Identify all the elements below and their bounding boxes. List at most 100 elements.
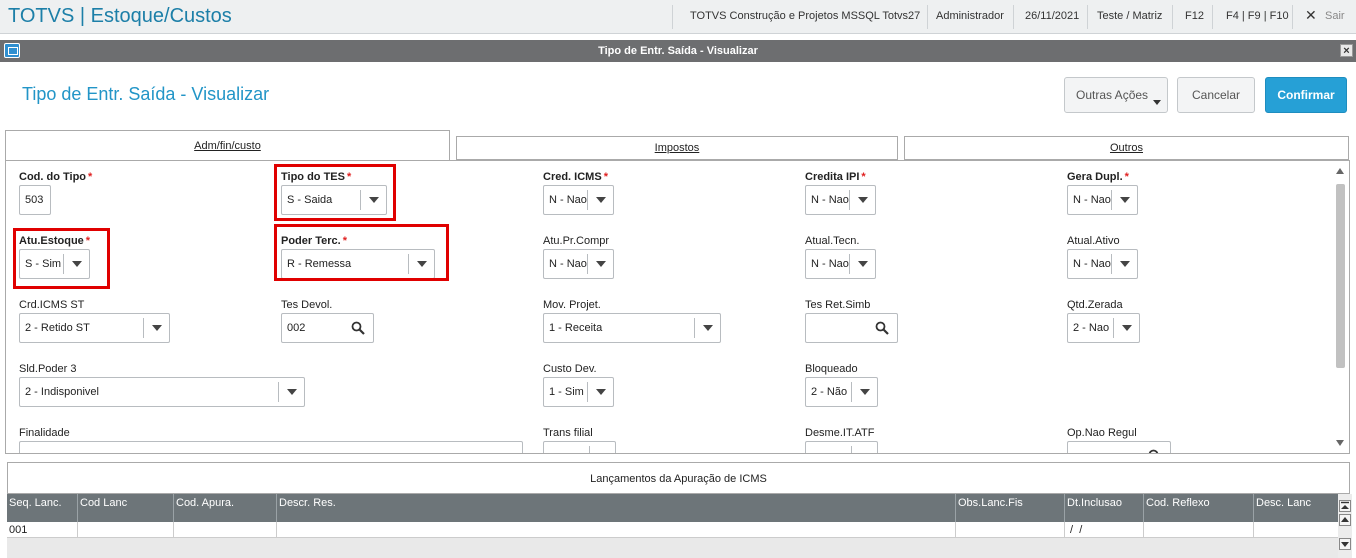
- f12-button[interactable]: F12: [1185, 10, 1204, 22]
- table-cell: [277, 522, 956, 538]
- highlight-box: [13, 228, 110, 289]
- credita-ipi-select[interactable]: N - Nao: [805, 185, 876, 215]
- highlight-box: [274, 224, 449, 281]
- required-mark: *: [1124, 171, 1129, 183]
- highlight-box: [274, 164, 396, 221]
- crd-icms-st-select[interactable]: 2 - Retido ST: [19, 313, 170, 343]
- atu-pr-compr-select[interactable]: N - Nao: [543, 249, 614, 279]
- table-row[interactable]: 001 / /: [7, 522, 1338, 538]
- close-icon[interactable]: ✕: [1305, 7, 1317, 24]
- cod-tipo-label: Cod. do Tipo *: [19, 171, 93, 183]
- cod-tipo-input[interactable]: 503: [19, 185, 51, 215]
- bloqueado-label: Bloqueado: [805, 363, 858, 375]
- chevron-down-icon: [587, 190, 613, 210]
- tab-adm-fin-custo[interactable]: Adm/fin/custo: [5, 130, 450, 162]
- table-cell: / /: [1065, 522, 1144, 538]
- page-header: Tipo de Entr. Saída - Visualizar Outras …: [0, 62, 1356, 122]
- scroll-down-icon[interactable]: [1339, 538, 1351, 550]
- atual-tecn-select[interactable]: N - Nao: [805, 249, 876, 279]
- mov-projet-label: Mov. Projet.: [543, 299, 601, 311]
- finalidade-input[interactable]: [19, 441, 523, 453]
- gera-dupl-select[interactable]: N - Nao: [1067, 185, 1138, 215]
- chevron-down-icon: [587, 254, 613, 274]
- chevron-down-icon: [694, 318, 720, 338]
- tab-impostos[interactable]: Impostos: [456, 136, 898, 160]
- date-label[interactable]: 26/11/2021: [1025, 10, 1079, 22]
- tab-outros[interactable]: Outros: [904, 136, 1349, 160]
- form-scrollbar[interactable]: [1332, 162, 1349, 452]
- divider: [1292, 5, 1293, 29]
- sld-poder3-select[interactable]: 2 - Indisponivel: [19, 377, 305, 407]
- cred-icms-label: Cred. ICMS *: [543, 171, 608, 183]
- scroll-thumb[interactable]: [1336, 184, 1345, 368]
- chevron-down-icon: [143, 318, 169, 338]
- cancel-button[interactable]: Cancelar: [1177, 77, 1255, 113]
- column-header[interactable]: Desc. Lanc: [1254, 494, 1338, 522]
- window-title-bar: Tipo de Entr. Saída - Visualizar ×: [0, 40, 1356, 62]
- op-nao-regul-label: Op.Nao Regul: [1067, 427, 1137, 439]
- grid-header: Seq. Lanc. Cod Lanc Cod. Apura. Descr. R…: [7, 494, 1338, 522]
- search-icon[interactable]: [1148, 449, 1162, 454]
- chevron-down-icon: [589, 446, 615, 453]
- column-header[interactable]: Cod. Reflexo: [1144, 494, 1254, 522]
- chevron-down-icon: [851, 446, 877, 453]
- chevron-down-icon: [851, 382, 877, 402]
- window-title: Tipo de Entr. Saída - Visualizar: [598, 45, 758, 57]
- atual-ativo-select[interactable]: N - Nao: [1067, 249, 1138, 279]
- chevron-down-icon: [1153, 100, 1161, 105]
- search-icon[interactable]: [351, 321, 365, 335]
- table-cell: [78, 522, 174, 538]
- op-nao-regul-input[interactable]: [1067, 441, 1171, 454]
- column-header[interactable]: Dt.Inclusao: [1065, 494, 1144, 522]
- scroll-top-icon[interactable]: [1339, 500, 1351, 512]
- tes-ret-simb-input[interactable]: [805, 313, 898, 343]
- tes-devol-input[interactable]: 002: [281, 313, 374, 343]
- chevron-down-icon: [587, 382, 613, 402]
- gera-dupl-label: Gera Dupl. *: [1067, 171, 1129, 183]
- scroll-up-icon[interactable]: [1339, 514, 1351, 526]
- search-icon[interactable]: [875, 321, 889, 335]
- other-actions-button[interactable]: Outras Ações: [1064, 77, 1168, 113]
- column-header[interactable]: Seq. Lanc.: [7, 494, 78, 522]
- column-header[interactable]: Obs.Lanc.Fis: [956, 494, 1065, 522]
- sld-poder3-label: Sld.Poder 3: [19, 363, 77, 375]
- branch-label[interactable]: Teste / Matriz: [1097, 10, 1162, 22]
- column-header[interactable]: Cod Lanc: [78, 494, 174, 522]
- table-cell: [1144, 522, 1254, 538]
- mov-projet-select[interactable]: 1 - Receita: [543, 313, 721, 343]
- atu-pr-compr-label: Atu.Pr.Compr: [543, 235, 610, 247]
- desme-it-atf-select[interactable]: [805, 441, 878, 453]
- cred-icms-select[interactable]: N - Nao: [543, 185, 614, 215]
- column-header[interactable]: Descr. Res.: [277, 494, 956, 522]
- apuracao-grid: Seq. Lanc. Cod Lanc Cod. Apura. Descr. R…: [7, 494, 1338, 558]
- custo-dev-select[interactable]: 1 - Sim: [543, 377, 614, 407]
- column-header[interactable]: Cod. Apura.: [174, 494, 277, 522]
- atual-ativo-label: Atual.Ativo: [1067, 235, 1120, 247]
- page-title: Tipo de Entr. Saída - Visualizar: [22, 84, 270, 104]
- qtd-zerada-select[interactable]: 2 - Nao: [1067, 313, 1140, 343]
- required-mark: *: [603, 171, 608, 183]
- atual-tecn-label: Atual.Tecn.: [805, 235, 860, 247]
- confirm-button[interactable]: Confirmar: [1265, 77, 1347, 113]
- grid-scrollbar[interactable]: [1338, 494, 1352, 558]
- user-label[interactable]: Administrador: [936, 10, 1004, 22]
- divider: [927, 5, 928, 29]
- table-cell: [1254, 522, 1338, 538]
- window-close-button[interactable]: ×: [1340, 44, 1353, 57]
- table-cell: [956, 522, 1065, 538]
- trans-filial-select[interactable]: [543, 441, 616, 453]
- finalidade-label: Finalidade: [19, 427, 70, 439]
- table-cell: 001: [7, 522, 78, 538]
- bloqueado-select[interactable]: 2 - Não: [805, 377, 878, 407]
- scroll-up-icon[interactable]: [1336, 168, 1344, 174]
- exit-button[interactable]: Sair: [1325, 10, 1345, 22]
- desme-it-atf-label: Desme.IT.ATF: [805, 427, 875, 439]
- scroll-down-icon[interactable]: [1336, 440, 1344, 446]
- chevron-down-icon: [1111, 254, 1137, 274]
- fkeys-button[interactable]: F4 | F9 | F10: [1226, 10, 1289, 22]
- divider: [1087, 5, 1088, 29]
- divider: [672, 5, 673, 29]
- company-label[interactable]: TOTVS Construção e Projetos MSSQL Totvs2…: [690, 10, 920, 22]
- qtd-zerada-label: Qtd.Zerada: [1067, 299, 1123, 311]
- crd-icms-st-label: Crd.ICMS ST: [19, 299, 85, 311]
